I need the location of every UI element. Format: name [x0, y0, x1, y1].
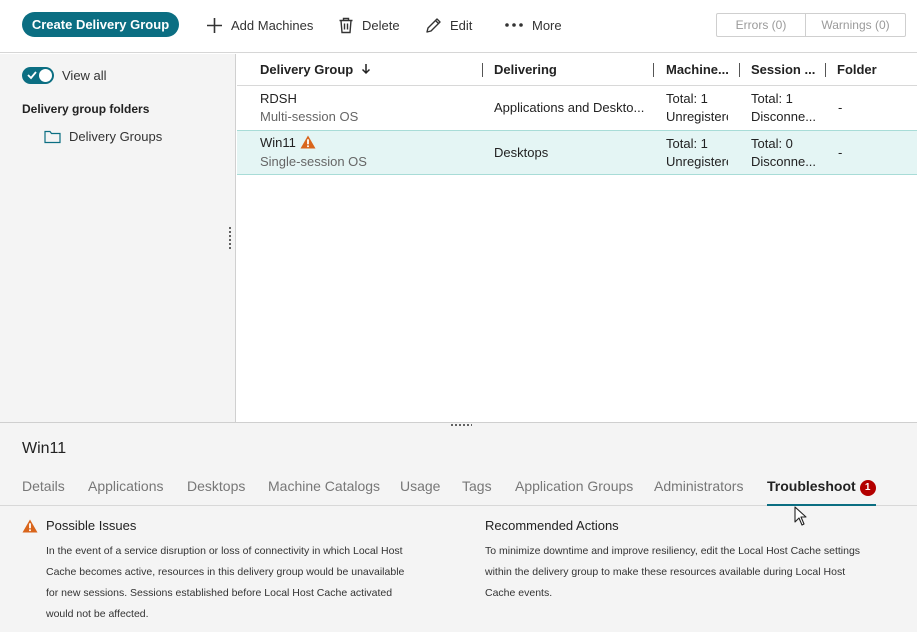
trash-icon [339, 17, 353, 33]
toggle-knob [39, 69, 52, 82]
possible-issues-label: Possible Issues [46, 518, 137, 533]
errors-filter-button[interactable]: Errors (0) [717, 14, 805, 36]
column-label: Delivery Group [260, 62, 354, 77]
possible-issues-text: In the event of a service disruption or … [46, 541, 466, 625]
column-resizer[interactable] [739, 63, 740, 77]
recommended-actions-text: To minimize downtime and improve resilie… [485, 541, 910, 604]
tab-administrators[interactable]: Administrators [654, 478, 743, 494]
recommended-actions-heading: Recommended Actions [485, 518, 619, 533]
checkmark-icon [27, 71, 37, 80]
warning-icon [300, 135, 316, 149]
add-machines-button[interactable]: Add Machines [206, 15, 313, 35]
issue-count-badge: 1 [859, 480, 876, 496]
text-line: would not be affected. [46, 608, 149, 620]
sessions-total: Total: 1 [751, 91, 793, 106]
folder-value: - [838, 145, 843, 160]
toolbar: Create Delivery Group Add Machines Delet… [0, 0, 917, 53]
column-sessions[interactable]: Session ... [751, 54, 815, 86]
edit-button[interactable]: Edit [425, 15, 472, 35]
sessions-status: Disconne... [751, 109, 817, 124]
column-delivering[interactable]: Delivering [494, 54, 557, 86]
sessions-total: Total: 0 [751, 136, 793, 151]
tab-application-groups[interactable]: Application Groups [515, 478, 633, 494]
tab-tags[interactable]: Tags [462, 478, 492, 494]
group-name: RDSH [260, 91, 297, 106]
text-line: In the event of a service disruption or … [46, 545, 403, 557]
delete-label: Delete [362, 17, 400, 33]
machines-status: Unregistere [666, 154, 728, 169]
text-line: To minimize downtime and improve resilie… [485, 545, 861, 557]
table-row-selected[interactable]: Win11 Single-session OS Desktops Total: … [237, 130, 917, 175]
details-title: Win11 [22, 440, 67, 457]
mouse-cursor-icon [794, 506, 807, 526]
text-line: Cache becomes active, resources in this … [46, 566, 405, 578]
possible-issues-heading: Possible Issues [22, 518, 136, 533]
delivering-value: Applications and Deskto... [494, 100, 644, 115]
details-tabs: Details Applications Desktops Machine Ca… [0, 471, 917, 506]
column-machines[interactable]: Machine... [666, 54, 729, 86]
vertical-resize-handle[interactable] [229, 226, 231, 250]
plus-icon [207, 17, 222, 33]
view-all-toggle[interactable] [22, 67, 54, 84]
column-resizer[interactable] [482, 63, 483, 77]
add-machines-label: Add Machines [231, 17, 314, 33]
more-label: More [532, 17, 562, 33]
create-delivery-group-button[interactable]: Create Delivery Group [22, 12, 179, 37]
tab-machine-catalogs[interactable]: Machine Catalogs [268, 478, 380, 494]
delivering-value: Desktops [494, 145, 549, 160]
folder-icon [44, 130, 61, 143]
text-line: within the delivery group to make these … [485, 566, 846, 578]
group-name-text: Win11 [260, 135, 296, 150]
tab-troubleshoot[interactable]: Troubleshoot 1 [767, 478, 876, 506]
column-resizer[interactable] [653, 63, 654, 77]
tab-troubleshoot-label: Troubleshoot [767, 478, 856, 494]
more-button[interactable]: More [504, 15, 562, 35]
status-filter: Errors (0) Warnings (0) [716, 13, 906, 37]
machines-total: Total: 1 [666, 91, 708, 106]
text-line: for new sessions. Sessions established b… [46, 587, 393, 599]
os-type: Single-session OS [260, 154, 367, 169]
column-resizer[interactable] [825, 63, 826, 77]
delivery-groups-table: Delivery Group Delivering Machine... Ses… [237, 54, 917, 422]
machines-status: Unregistere [666, 109, 728, 124]
table-header: Delivery Group Delivering Machine... Ses… [237, 54, 917, 86]
group-name: Win11 [260, 135, 316, 150]
tab-details[interactable]: Details [22, 478, 65, 494]
os-type: Multi-session OS [260, 109, 359, 124]
more-dots-icon [505, 23, 523, 27]
warning-icon [22, 519, 38, 532]
tab-applications[interactable]: Applications [88, 478, 164, 494]
tab-usage[interactable]: Usage [400, 478, 440, 494]
table-row[interactable]: RDSH Multi-session OS Applications and D… [237, 86, 917, 131]
folder-delivery-groups[interactable]: Delivery Groups [44, 129, 162, 144]
machines-total: Total: 1 [666, 136, 708, 151]
view-all-label: View all [62, 68, 107, 83]
sessions-status: Disconne... [751, 154, 817, 169]
folder-label: Delivery Groups [69, 129, 163, 144]
pencil-icon [426, 17, 441, 33]
text-line: Cache events. [485, 587, 553, 599]
column-delivery-group[interactable]: Delivery Group [260, 54, 371, 86]
folder-value: - [838, 100, 843, 115]
delete-button[interactable]: Delete [338, 15, 400, 35]
warnings-filter-button[interactable]: Warnings (0) [805, 14, 905, 36]
folder-panel: View all Delivery group folders Delivery… [0, 54, 236, 422]
horizontal-resize-handle[interactable] [450, 424, 472, 426]
sort-down-icon [361, 64, 370, 75]
edit-label: Edit [450, 17, 473, 33]
details-pane: Win11 Details Applications Desktops Mach… [0, 423, 917, 632]
tab-desktops[interactable]: Desktops [187, 478, 245, 494]
column-folder[interactable]: Folder [837, 54, 877, 86]
folders-heading: Delivery group folders [22, 102, 150, 116]
